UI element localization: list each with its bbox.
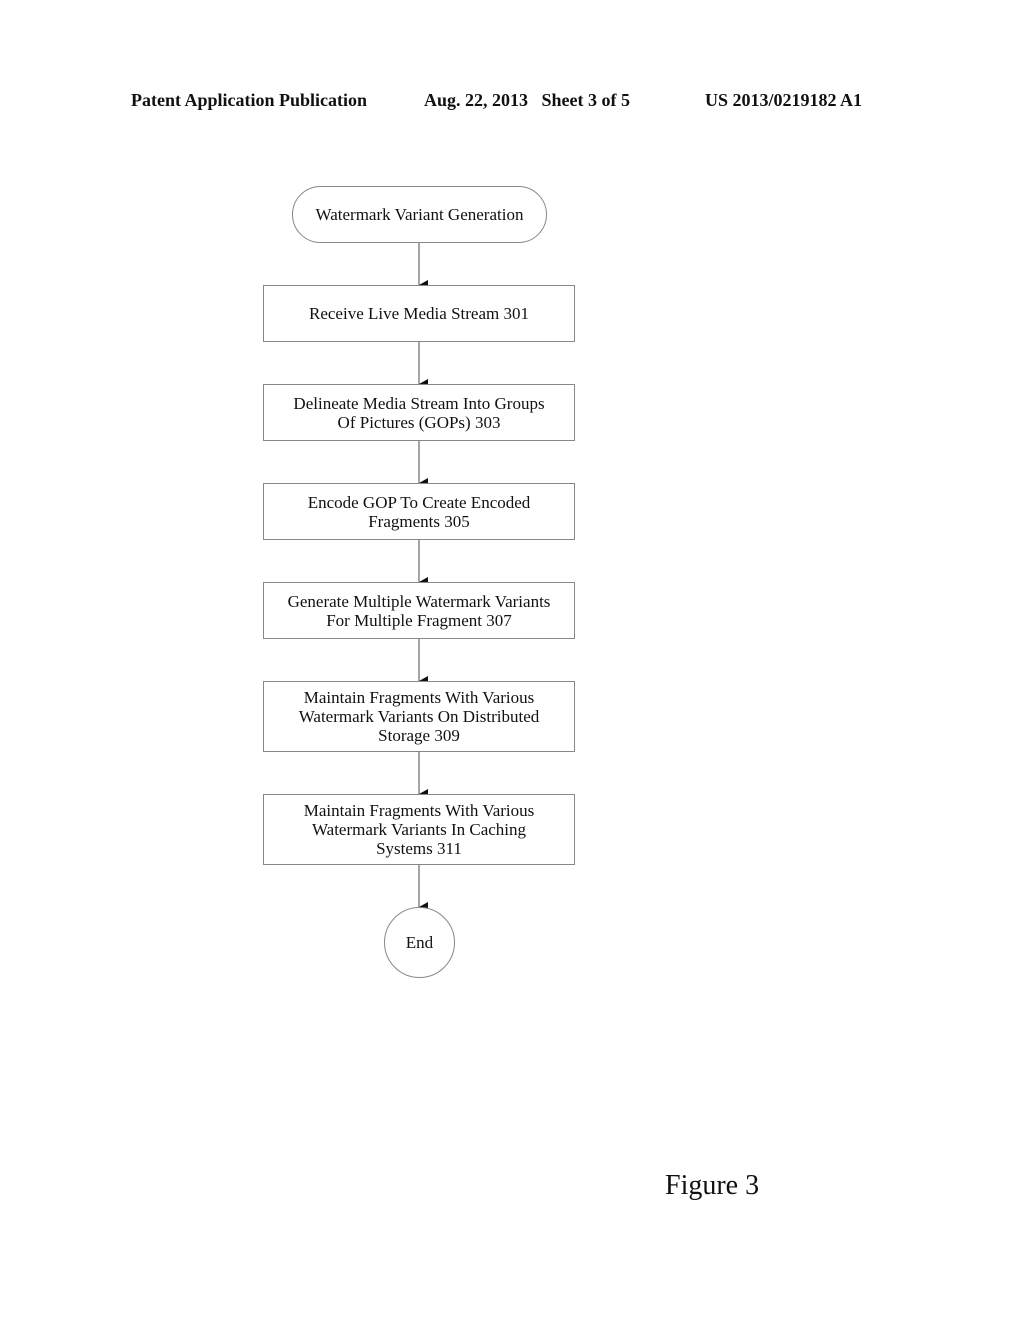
end-label: End — [405, 933, 434, 952]
step-301-box: Receive Live Media Stream 301 — [263, 285, 575, 342]
step-307-label: Generate Multiple Watermark Variants For… — [287, 591, 551, 630]
step-305-label: Encode GOP To Create Encoded Fragments 3… — [307, 492, 531, 531]
start-terminal: Watermark Variant Generation — [292, 186, 547, 243]
end-terminal: End — [384, 907, 455, 978]
step-311-box: Maintain Fragments With Various Watermar… — [263, 794, 575, 865]
step-311-label: Maintain Fragments With Various Watermar… — [303, 801, 535, 858]
step-309-box: Maintain Fragments With Various Watermar… — [263, 681, 575, 752]
step-301-label: Receive Live Media Stream 301 — [309, 304, 529, 323]
start-label: Watermark Variant Generation — [315, 205, 524, 224]
step-303-label: Delineate Media Stream Into Groups Of Pi… — [293, 393, 545, 432]
step-303-box: Delineate Media Stream Into Groups Of Pi… — [263, 384, 575, 441]
step-307-box: Generate Multiple Watermark Variants For… — [263, 582, 575, 639]
figure-label: Figure 3 — [665, 1170, 760, 1201]
step-305-box: Encode GOP To Create Encoded Fragments 3… — [263, 483, 575, 540]
step-309-label: Maintain Fragments With Various Watermar… — [298, 688, 540, 745]
